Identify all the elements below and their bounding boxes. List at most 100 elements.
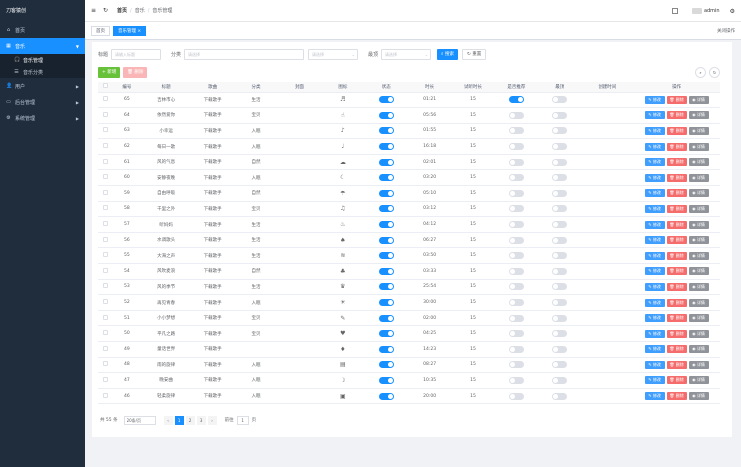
recommend-toggle[interactable]	[508, 314, 524, 322]
second-select[interactable]: 请选择 ⌄	[308, 48, 359, 60]
reset-button[interactable]: ↻ 重置	[462, 48, 487, 60]
row-checkbox[interactable]	[98, 310, 113, 327]
sidebar-item-music[interactable]: ▦ 音乐 ▼	[0, 38, 85, 54]
view-button[interactable]: ◉ 详情	[688, 267, 709, 276]
status-toggle[interactable]	[378, 236, 394, 244]
edit-button[interactable]: ✎ 修改	[644, 376, 665, 385]
jump-input[interactable]: 1	[236, 415, 249, 425]
sidebar-item-system[interactable]: ⚙ 系统管理 ▶	[0, 110, 85, 126]
delete-row-button[interactable]: 🗑 删除	[666, 329, 687, 338]
edit-button[interactable]: ✎ 修改	[644, 329, 665, 338]
recommend-toggle[interactable]	[508, 252, 524, 260]
sidebar-item-music-manage[interactable]: 🎧 音乐管理	[0, 54, 85, 66]
status-toggle[interactable]	[378, 299, 394, 307]
refresh-icon[interactable]: ↻	[103, 7, 109, 14]
row-checkbox[interactable]	[98, 107, 113, 124]
view-button[interactable]: ◉ 详情	[688, 314, 709, 323]
edit-button[interactable]: ✎ 修改	[644, 360, 665, 369]
row-checkbox[interactable]	[98, 201, 113, 218]
delete-row-button[interactable]: 🗑 删除	[666, 189, 687, 198]
delete-row-button[interactable]: 🗑 删除	[666, 126, 687, 135]
status-toggle[interactable]	[378, 392, 394, 400]
view-button[interactable]: ◉ 详情	[688, 251, 709, 260]
row-checkbox[interactable]	[98, 216, 113, 233]
edit-button[interactable]: ✎ 修改	[644, 158, 665, 167]
sidebar-item-music-category[interactable]: ☰ 音乐分类	[0, 66, 85, 78]
status-toggle[interactable]	[378, 158, 394, 166]
delete-row-button[interactable]: 🗑 删除	[666, 360, 687, 369]
edit-button[interactable]: ✎ 修改	[644, 392, 665, 401]
row-checkbox[interactable]	[98, 247, 113, 265]
status-toggle[interactable]	[378, 96, 394, 104]
delete-row-button[interactable]: 🗑 删除	[666, 392, 687, 401]
recommend-toggle[interactable]	[508, 127, 524, 135]
view-button[interactable]: ◉ 详情	[688, 345, 709, 354]
status-toggle[interactable]	[378, 283, 394, 291]
top-toggle[interactable]	[552, 221, 568, 229]
view-button[interactable]: ◉ 详情	[688, 126, 709, 135]
refresh-icon[interactable]: ↻	[709, 67, 720, 78]
search-button[interactable]: ⌕ 搜索	[437, 48, 458, 60]
recommend-toggle[interactable]	[508, 205, 524, 213]
delete-row-button[interactable]: 🗑 删除	[666, 95, 687, 104]
top-toggle[interactable]	[552, 96, 568, 104]
edit-button[interactable]: ✎ 修改	[644, 236, 665, 245]
row-checkbox[interactable]	[98, 294, 113, 311]
row-checkbox[interactable]	[98, 123, 113, 140]
recommend-toggle[interactable]	[508, 330, 524, 338]
top-toggle[interactable]	[552, 299, 568, 307]
top-toggle[interactable]	[552, 267, 568, 275]
edit-button[interactable]: ✎ 修改	[644, 282, 665, 291]
recommend-toggle[interactable]	[508, 299, 524, 307]
edit-button[interactable]: ✎ 修改	[644, 142, 665, 151]
top-toggle[interactable]	[552, 345, 568, 353]
status-toggle[interactable]	[378, 314, 394, 322]
add-button[interactable]: + 新增	[98, 67, 121, 78]
status-toggle[interactable]	[378, 361, 394, 369]
row-checkbox[interactable]	[98, 169, 113, 187]
status-toggle[interactable]	[378, 345, 394, 353]
status-toggle[interactable]	[378, 143, 394, 151]
row-checkbox[interactable]	[98, 357, 113, 374]
row-checkbox[interactable]	[98, 279, 113, 296]
status-toggle[interactable]	[378, 376, 394, 384]
edit-button[interactable]: ✎ 修改	[644, 345, 665, 354]
row-checkbox[interactable]	[98, 92, 113, 109]
status-toggle[interactable]	[378, 189, 394, 197]
top-toggle[interactable]	[552, 127, 568, 135]
view-button[interactable]: ◉ 详情	[688, 220, 709, 229]
row-checkbox[interactable]	[98, 138, 113, 155]
category-select[interactable]: 请选择	[184, 48, 305, 60]
view-button[interactable]: ◉ 详情	[688, 376, 709, 385]
avatar[interactable]	[691, 8, 702, 14]
row-checkbox[interactable]	[98, 388, 113, 405]
view-button[interactable]: ◉ 详情	[688, 173, 709, 182]
view-button[interactable]: ◉ 详情	[688, 95, 709, 104]
title-input[interactable]: 请输入标题	[111, 48, 162, 60]
sidebar-item-user[interactable]: 👤 用户 ▶	[0, 78, 85, 94]
top-toggle[interactable]	[552, 189, 568, 197]
search-toggle-icon[interactable]: ⌕	[695, 67, 706, 78]
view-button[interactable]: ◉ 详情	[688, 158, 709, 167]
edit-button[interactable]: ✎ 修改	[644, 220, 665, 229]
delete-row-button[interactable]: 🗑 删除	[666, 376, 687, 385]
top-toggle[interactable]	[552, 111, 568, 119]
top-toggle[interactable]	[552, 252, 568, 260]
recommend-toggle[interactable]	[508, 189, 524, 197]
recommend-toggle[interactable]	[508, 221, 524, 229]
status-toggle[interactable]	[378, 111, 394, 119]
tag-home[interactable]: 首页	[91, 25, 110, 36]
sidebar-item-admin[interactable]: ▭ 后台管理 ▶	[0, 94, 85, 110]
row-checkbox[interactable]	[98, 263, 113, 280]
edit-button[interactable]: ✎ 修改	[644, 298, 665, 307]
view-button[interactable]: ◉ 详情	[688, 236, 709, 245]
status-toggle[interactable]	[378, 221, 394, 229]
sidebar-item-home[interactable]: ⌂ 首页	[0, 22, 85, 38]
recommend-toggle[interactable]	[508, 283, 524, 291]
status-toggle[interactable]	[378, 205, 394, 213]
row-checkbox[interactable]	[98, 154, 113, 171]
edit-button[interactable]: ✎ 修改	[644, 111, 665, 120]
top-toggle[interactable]	[552, 143, 568, 151]
recommend-toggle[interactable]	[508, 111, 524, 119]
top-toggle[interactable]	[552, 361, 568, 369]
